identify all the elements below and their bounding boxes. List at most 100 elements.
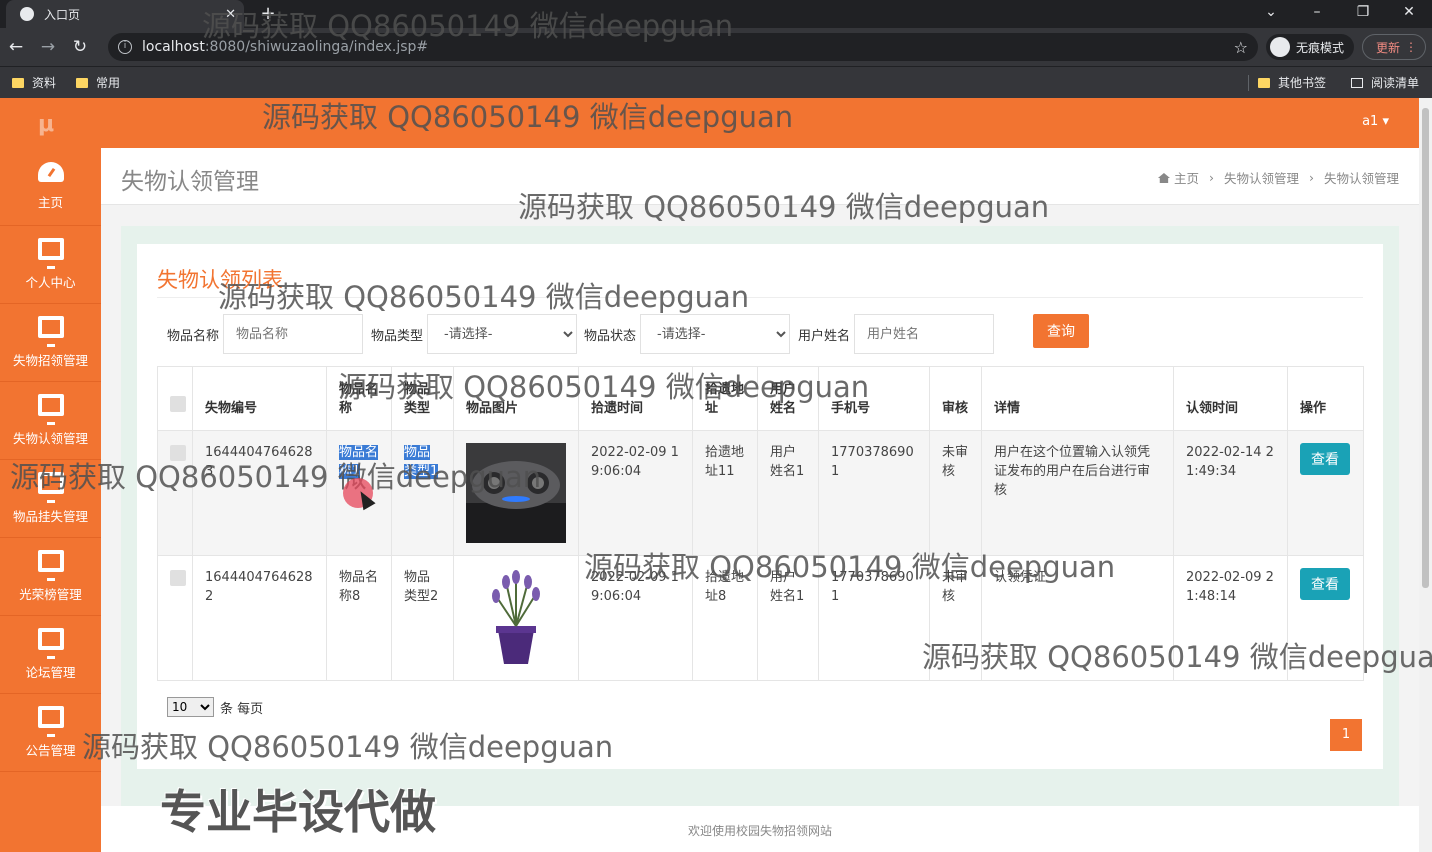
item-name-input[interactable] <box>223 314 364 354</box>
row-checkbox[interactable] <box>170 570 186 586</box>
bookmark-folder[interactable]: 资料 <box>12 74 56 91</box>
browser-toolbar: ← → ↻ i localhost:8080/shiwuzaolinga/ind… <box>0 28 1432 66</box>
item-name-label: 物品名称 <box>167 328 220 344</box>
column-header: 物品名称 <box>326 366 392 431</box>
address-bar[interactable]: i localhost:8080/shiwuzaolinga/index.jsp… <box>108 33 1258 61</box>
breadcrumb-item[interactable]: 失物认领管理 <box>1224 168 1299 187</box>
window-close-icon[interactable]: ✕ <box>1386 0 1432 28</box>
bookmark-label: 资料 <box>32 76 57 90</box>
monitor-icon <box>37 316 64 347</box>
monitor-icon <box>37 238 64 269</box>
update-button[interactable]: 更新 ⋮ <box>1362 34 1426 60</box>
incognito-label: 无痕模式 <box>1296 40 1345 55</box>
tab-search-icon[interactable]: ⌄ <box>1248 0 1294 28</box>
info-icon[interactable]: i <box>118 40 132 54</box>
sidebar-item-label: 主页 <box>37 195 63 210</box>
scrollbar-thumb[interactable] <box>1422 108 1429 588</box>
filter-user-name: 用户姓名 <box>798 314 995 354</box>
bookmark-folder[interactable]: 常用 <box>76 74 120 91</box>
column-header: 物品图片 <box>453 366 579 431</box>
page-scrollbar[interactable] <box>1419 98 1432 852</box>
sidebar-item-home[interactable]: 主页 <box>0 148 101 226</box>
cell-detail: 用户在这个位置输入认领凭证发布的用户在后台进行审核 <box>981 430 1174 556</box>
menu-dots-icon[interactable]: ⋮ <box>1405 40 1417 54</box>
sidebar: 主页 个人中心 失物招领管理 失物认领管理 物品挂失管理 光荣榜管理 论坛管理 <box>0 148 101 852</box>
cell-id: 16444047646283 <box>192 430 327 556</box>
back-icon[interactable]: ← <box>0 37 32 57</box>
bookmark-label: 常用 <box>96 76 121 90</box>
item-status-select[interactable]: -请选择- <box>640 314 791 354</box>
query-button[interactable]: 查询 <box>1033 314 1089 348</box>
monitor-icon <box>37 472 64 503</box>
item-photo-gamepad[interactable] <box>466 443 566 543</box>
claims-table: 失物编号 物品名称 物品类型 物品图片 拾遗时间 拾遗地址 用户姓名 手机号 审… <box>157 366 1364 681</box>
cell-type: 物品类型2 <box>391 555 454 681</box>
reload-icon[interactable]: ↻ <box>64 37 96 57</box>
forward-icon[interactable]: → <box>32 37 64 57</box>
sidebar-item-label: 失物认领管理 <box>12 431 88 446</box>
cell-id: 16444047646282 <box>192 555 327 681</box>
sidebar-item-loss-report[interactable]: 物品挂失管理 <box>0 460 101 538</box>
reading-list-icon <box>1351 77 1363 88</box>
browser-tab[interactable]: 入口页 ✕ <box>6 0 244 28</box>
cell-claim-time: 2022-02-14 21:49:34 <box>1173 430 1288 556</box>
sidebar-item-honor-roll[interactable]: 光荣榜管理 <box>0 538 101 616</box>
breadcrumb: 主页 › 失物认领管理 › 失物认领管理 <box>1157 168 1399 187</box>
breadcrumb-home[interactable]: 主页 <box>1157 168 1199 187</box>
column-header: 详情 <box>981 366 1174 431</box>
row-checkbox[interactable] <box>170 445 186 461</box>
monitor-icon <box>37 394 64 425</box>
cell-user: 用户姓名1 <box>757 555 819 681</box>
sidebar-item-label: 论坛管理 <box>25 665 76 680</box>
other-bookmarks[interactable]: 其他书签 <box>1258 74 1326 91</box>
table-row: 16444047646282 物品名称8 物品类型2 2022-02-09 19… <box>157 555 1364 681</box>
user-name-input[interactable] <box>854 314 995 354</box>
folder-icon <box>76 77 88 88</box>
cell-time: 2022-02-09 19:06:04 <box>578 430 693 556</box>
folder-icon <box>1258 77 1270 88</box>
new-tab-button[interactable]: + <box>258 3 278 24</box>
sidebar-item-lost-found[interactable]: 失物招领管理 <box>0 304 101 382</box>
reading-list[interactable]: 阅读清单 <box>1351 74 1419 91</box>
url-path: :8080/shiwuzaolinga/index.jsp# <box>204 39 429 55</box>
monitor-icon <box>37 550 64 581</box>
page-title: 失物认领管理 <box>121 169 259 195</box>
select-all-checkbox[interactable] <box>170 396 186 412</box>
sidebar-item-forum[interactable]: 论坛管理 <box>0 616 101 694</box>
filter-item-type: 物品类型 -请选择- <box>371 314 578 354</box>
cell-name: 物品名称8 <box>326 555 392 681</box>
page-size-control: 10 条 每页 <box>167 697 263 717</box>
item-type-label: 物品类型 <box>371 328 424 344</box>
other-bookmarks-label: 其他书签 <box>1278 76 1327 90</box>
row-select-cell <box>157 555 193 681</box>
sidebar-item-announcements[interactable]: 公告管理 <box>0 694 101 772</box>
monitor-icon <box>37 706 64 737</box>
card-title: 失物认领列表 <box>157 268 283 292</box>
selected-text: 物品名称1 <box>339 445 379 479</box>
item-type-select[interactable]: -请选择- <box>427 314 578 354</box>
home-icon <box>1157 173 1170 183</box>
logo: μ <box>38 112 55 137</box>
column-header: 拾遗时间 <box>578 366 693 431</box>
sidebar-item-claims[interactable]: 失物认领管理 <box>0 382 101 460</box>
view-button[interactable]: 查看 <box>1300 568 1350 600</box>
item-photo-lavender[interactable] <box>466 568 566 668</box>
watermark-slogan: 专业毕设代做 <box>160 785 436 839</box>
incognito-badge[interactable]: 无痕模式 <box>1266 34 1355 60</box>
page-size-select[interactable]: 10 <box>167 697 214 717</box>
cell-address: 拾遗地址8 <box>692 555 758 681</box>
view-button[interactable]: 查看 <box>1300 443 1350 475</box>
user-menu[interactable]: a1 ▾ <box>1362 114 1389 129</box>
restore-icon[interactable]: ❐ <box>1340 0 1386 28</box>
tab-close-icon[interactable]: ✕ <box>225 7 236 22</box>
column-header: 手机号 <box>818 366 930 431</box>
sidebar-item-label: 失物招领管理 <box>12 353 88 368</box>
minimize-icon[interactable]: – <box>1294 0 1340 28</box>
column-header: 审核 <box>929 366 982 431</box>
sidebar-item-profile[interactable]: 个人中心 <box>0 226 101 304</box>
pagination-page[interactable]: 1 <box>1330 719 1362 751</box>
column-header: 操作 <box>1287 366 1364 431</box>
cell-audit: 未审核 <box>929 555 982 681</box>
bookmark-star-icon[interactable]: ☆ <box>1234 38 1248 57</box>
cell-detail: 认领凭证 <box>981 555 1174 681</box>
